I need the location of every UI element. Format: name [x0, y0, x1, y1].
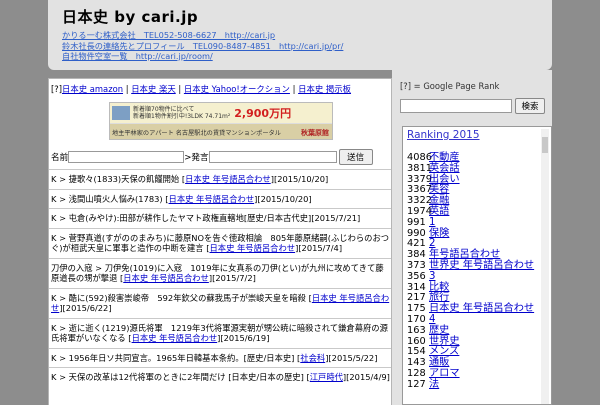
ranking-item: 990 保険	[407, 228, 539, 240]
ranking-item: 143 通販	[407, 357, 539, 369]
ranking-item: 128 アロマ	[407, 368, 539, 380]
name-label: 名前	[51, 153, 69, 163]
entry-category-link[interactable]: 日本史 年号語呂合わせ	[123, 273, 209, 283]
header-links: かりる一む株式会社 TEL052-508-6627 http://cari.jp…	[62, 30, 343, 62]
ranking-panel: Ranking 2015 4086 不動産 3811 英会話 3379 出会い 3367 美容…	[402, 126, 552, 405]
main-content: [?]日本史 amazon | 日本史 楽天 | 日本史 Yahoo!オークショ…	[48, 78, 392, 405]
ranking-count: 127	[407, 378, 426, 390]
pagerank-help[interactable]: [?]	[51, 84, 62, 94]
ranking-item: 1974 英語	[407, 206, 539, 218]
ranking-count: 3811	[407, 162, 432, 174]
ranking-item: 127 法	[407, 378, 539, 391]
building-image	[112, 106, 130, 120]
entry-item: K > 菅野真道(すがののまみち)に藤原NOを告ぐ徳政相論 805年藤原緒嗣(ふ…	[49, 227, 391, 258]
scroll-thumb[interactable]	[542, 137, 548, 153]
ranking-count: 163	[407, 324, 426, 336]
ranking-link[interactable]: 日本史 年号語呂合わせ	[429, 303, 534, 315]
entry-list: K > 捷歌々(1833)天保の飢饉開始 [日本史 年号語呂合わせ][2015/…	[49, 169, 391, 387]
profile-link[interactable]: 鈴木社長の連絡先とプロフィール TEL090-8487-4851 http://…	[62, 41, 343, 52]
ranking-link[interactable]: 世界史 年号語呂合わせ	[429, 260, 534, 272]
entry-category-link[interactable]: 日本史 年号語呂合わせ	[185, 174, 271, 184]
search-button[interactable]: 検索	[515, 98, 545, 114]
ranking-item: 991 1	[407, 216, 539, 229]
search-input[interactable]	[400, 99, 512, 113]
ranking-link[interactable]: 英会話	[429, 163, 460, 175]
top-links: [?]日本史 amazon | 日本史 楽天 | 日本史 Yahoo!オークショ…	[51, 84, 352, 94]
ranking-item: 175 日本史 年号語呂合わせ	[407, 303, 539, 315]
ranking-link[interactable]: 法	[429, 379, 439, 391]
ranking-count: 356	[407, 270, 426, 282]
pagerank-note: [?] = Google Page Rank	[400, 81, 500, 91]
entry-item: K > 逝に逝く(1219)源氏将軍 1219年3代将軍源実朝が甥公暁に暗殺され…	[49, 317, 391, 348]
rakuten-link[interactable]: 日本史 楽天	[131, 84, 176, 94]
ranking-item: 154 メンズ	[407, 347, 539, 358]
ranking-scrollbar[interactable]	[541, 129, 549, 404]
entry-item: K > 天保の改革は12代将軍のときに2年間だけ [日本史/日本の歴史] [江戸…	[49, 367, 391, 387]
banner-top: 新着順70物件に比べて 新着順1物件割引中!3LDK 74.71m² 2,900…	[110, 103, 332, 124]
entry-item: K > 屯倉(みやけ):田部が耕作したヤマト政権直轄地[歴史/日本古代史][20…	[49, 208, 391, 228]
banner-text: 新着順70物件に比べて 新着順1物件割引中!3LDK 74.71m²	[133, 106, 231, 120]
speech-label: >発言	[184, 153, 209, 163]
ad-banner[interactable]: 新着順70物件に比べて 新着順1物件割引中!3LDK 74.71m² 2,900…	[109, 102, 333, 140]
ranking-item: 160 世界史	[407, 336, 539, 348]
message-input[interactable]	[208, 151, 337, 163]
entry-item: K > 酷に(592)殺害崇峻帝 592年欽父の蘇我馬子が崇峻天皇を暗殺 [日本…	[49, 287, 391, 318]
name-input[interactable]	[68, 151, 185, 163]
ranking-list: 4086 不動産 3811 英会話 3379 出会い 3367 美容 3322 金融 1974 英語 9…	[407, 152, 539, 391]
ranking-item: 314 比較	[407, 282, 539, 294]
entry-category-link[interactable]: 日本史 年号語呂合わせ	[132, 333, 218, 343]
entry-category-link[interactable]: 日本史 年号語呂合わせ	[169, 194, 255, 204]
ranking-count: 991	[407, 216, 426, 228]
search-box: 検索	[400, 98, 545, 114]
entry-category-link[interactable]: 日本史 年号語呂合わせ	[209, 243, 295, 253]
company-link[interactable]: かりる一む株式会社 TEL052-508-6627 http://cari.jp	[62, 30, 343, 41]
banner-bottom: 地主平林家のアパート 名古屋駅北の賃貸マンションポータル 秋葉原館	[110, 124, 332, 139]
submit-button[interactable]: 送信	[338, 149, 373, 165]
ranking-item: 163 歴史	[407, 324, 539, 337]
banner-price: 2,900万円	[234, 107, 292, 120]
ranking-link[interactable]: 歴史	[429, 325, 449, 337]
ranking-link[interactable]: 3	[429, 271, 435, 283]
ranking-item: 373 世界史 年号語呂合わせ	[407, 260, 539, 272]
entry-item: K > 1956年日ソ共同宣言。1965年日韓基本条約。[歴史/日本史] [社会…	[49, 347, 391, 368]
ranking-item: 3811 英会話	[407, 162, 539, 175]
site-header: 日本史 by cari.jp かりる一む株式会社 TEL052-508-6627…	[48, 0, 552, 70]
vacancy-link[interactable]: 自社物件空室一覧 http://cari.jp/room/	[62, 51, 343, 62]
ranking-item: 170 4	[407, 314, 539, 326]
post-form: 名前 >発言 送信	[51, 149, 373, 165]
bbs-link[interactable]: 日本史 掲示板	[298, 84, 351, 94]
ranking-link[interactable]: 1	[429, 217, 435, 229]
entry-item: K > 浅間山噴火人悩み(1783) [日本史 年号語呂合わせ][2015/10…	[49, 188, 391, 209]
site-title: 日本史 by cari.jp	[62, 8, 199, 26]
yahoo-auction-link[interactable]: 日本史 Yahoo!オークション	[184, 84, 290, 94]
ranking-title[interactable]: Ranking 2015	[407, 129, 480, 141]
amazon-link[interactable]: 日本史 amazon	[62, 84, 123, 94]
entry-item: 刀伊の入寇 > 刀伊免(1019)に入寇 1019年に女真系の刀伊(とい)が九州…	[49, 257, 391, 288]
entry-item: K > 捷歌々(1833)天保の飢饉開始 [日本史 年号語呂合わせ][2015/…	[49, 169, 391, 189]
ranking-item: 356 3	[407, 270, 539, 283]
entry-category-link[interactable]: 社会科	[300, 353, 325, 363]
right-sidebar: [?] = Google Page Rank 検索 Ranking 2015 4…	[392, 70, 552, 405]
entry-category-link[interactable]: 江戸時代	[310, 372, 343, 382]
